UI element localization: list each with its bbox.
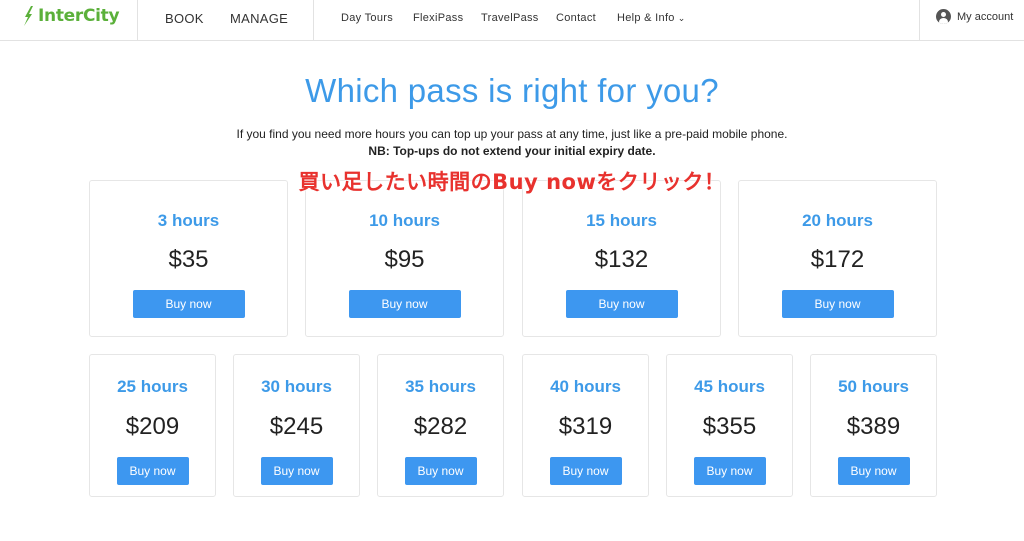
- pass-price: $355: [702, 413, 757, 440]
- pass-price: $172: [810, 246, 865, 273]
- instruction-annotation: 買い足したい時間のBuy nowをクリック！: [298, 170, 726, 194]
- logo-text: InterCity: [38, 6, 120, 26]
- pass-card-10-hours: 10 hours $95 Buy now: [305, 180, 504, 337]
- nav-flexipass[interactable]: FlexiPass: [413, 12, 463, 24]
- pass-hours: 3 hours: [157, 211, 220, 230]
- nav-book[interactable]: BOOK: [165, 11, 204, 26]
- nav-manage[interactable]: MANAGE: [230, 11, 288, 26]
- pass-hours: 20 hours: [802, 211, 873, 230]
- nav-travelpass[interactable]: TravelPass: [481, 12, 539, 24]
- buy-now-button[interactable]: Buy now: [404, 457, 477, 485]
- expiry-note: NB: Top-ups do not extend your initial e…: [368, 144, 656, 158]
- pass-card-20-hours: 20 hours $172 Buy now: [738, 180, 937, 337]
- buy-now-button[interactable]: Buy now: [781, 290, 894, 318]
- my-account-link[interactable]: My account: [936, 9, 1013, 24]
- pass-card-40-hours: 40 hours $319 Buy now: [522, 354, 649, 497]
- nav-help-label: Help & Info: [617, 12, 675, 24]
- nav-day-tours[interactable]: Day Tours: [341, 12, 393, 24]
- pass-card-35-hours: 35 hours $282 Buy now: [377, 354, 504, 497]
- nav-help-info[interactable]: Help & Info ⌄: [617, 12, 686, 24]
- pass-hours: 40 hours: [550, 377, 621, 396]
- intercity-logo[interactable]: InterCity: [22, 4, 120, 28]
- pass-price: $209: [125, 413, 180, 440]
- buy-now-button[interactable]: Buy now: [260, 457, 333, 485]
- pass-hours: 25 hours: [117, 377, 188, 396]
- pass-hours: 35 hours: [405, 377, 476, 396]
- pass-price: $132: [594, 246, 649, 273]
- pass-card-50-hours: 50 hours $389 Buy now: [810, 354, 937, 497]
- pass-price: $35: [168, 246, 209, 273]
- pass-hours: 10 hours: [369, 211, 440, 230]
- pass-price: $319: [558, 413, 613, 440]
- pass-hours: 15 hours: [586, 211, 657, 230]
- buy-now-button[interactable]: Buy now: [549, 457, 622, 485]
- buy-now-button[interactable]: Buy now: [132, 290, 245, 318]
- divider: [313, 0, 314, 40]
- pass-hours: 30 hours: [261, 377, 332, 396]
- buy-now-button[interactable]: Buy now: [693, 457, 766, 485]
- pass-card-3-hours: 3 hours $35 Buy now: [89, 180, 288, 337]
- page-title: Which pass is right for you?: [305, 72, 719, 109]
- account-avatar-icon: [936, 9, 951, 24]
- buy-now-button[interactable]: Buy now: [837, 457, 910, 485]
- pass-hours: 45 hours: [694, 377, 765, 396]
- pass-price: $245: [269, 413, 324, 440]
- pass-card-30-hours: 30 hours $245 Buy now: [233, 354, 360, 497]
- pass-card-45-hours: 45 hours $355 Buy now: [666, 354, 793, 497]
- pass-card-15-hours: 15 hours $132 Buy now: [522, 180, 721, 337]
- pass-price: $389: [846, 413, 901, 440]
- buy-now-button[interactable]: Buy now: [565, 290, 678, 318]
- chevron-down-icon: ⌄: [677, 13, 686, 23]
- pass-hours: 50 hours: [838, 377, 909, 396]
- top-navigation-bar: InterCity BOOK MANAGE Day Tours FlexiPas…: [0, 0, 1024, 41]
- pass-price: $95: [384, 246, 425, 273]
- buy-now-button[interactable]: Buy now: [348, 290, 461, 318]
- buy-now-button[interactable]: Buy now: [116, 457, 189, 485]
- nav-contact[interactable]: Contact: [556, 12, 596, 24]
- divider: [919, 0, 920, 40]
- intro-line: If you find you need more hours you can …: [236, 127, 788, 141]
- pass-price: $282: [413, 413, 468, 440]
- logo-mark-icon: [24, 6, 33, 26]
- account-label: My account: [957, 10, 1014, 23]
- divider: [137, 0, 138, 40]
- intro-text: If you find you need more hours you can …: [0, 126, 1024, 160]
- pass-card-25-hours: 25 hours $209 Buy now: [89, 354, 216, 497]
